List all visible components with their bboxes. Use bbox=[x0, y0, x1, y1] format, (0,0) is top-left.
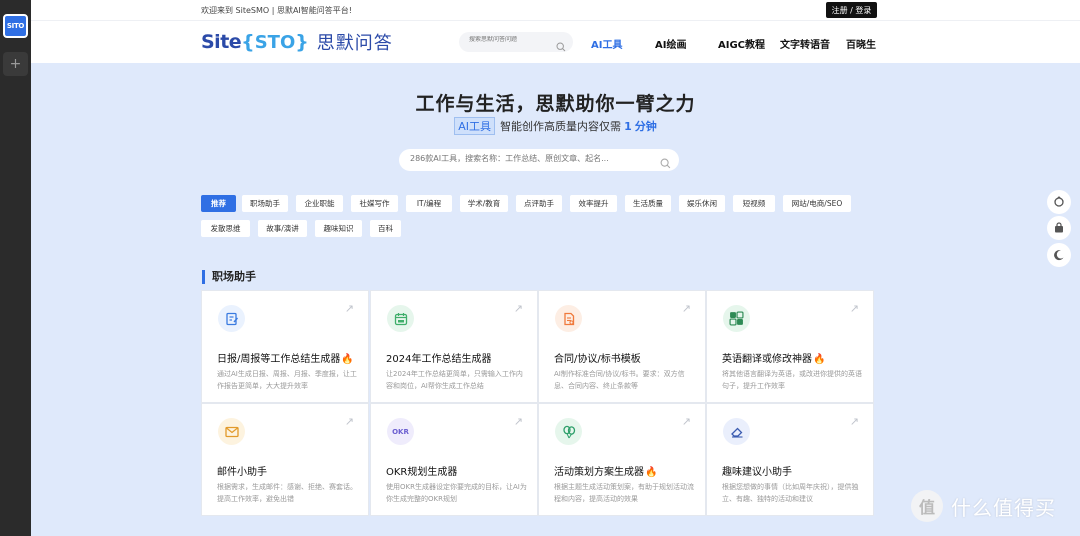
logo-cn-text: 思默问答 bbox=[316, 33, 393, 54]
card-title: 合同/协议/标书模板 bbox=[554, 354, 641, 365]
external-arrow-icon: ↗ bbox=[344, 415, 354, 428]
card-title: 邮件小助手 bbox=[217, 467, 267, 478]
card-desc: 根据您想做的事情（比如周年庆祝），提供独立、有趣、独特的活动和建议 bbox=[722, 483, 859, 503]
external-arrow-icon: ↗ bbox=[681, 415, 691, 428]
card-title: 英语翻译或修改神器🔥 bbox=[722, 354, 826, 365]
category-chip[interactable]: 故事/演讲 bbox=[258, 220, 307, 237]
category-chip[interactable]: 效率提升 bbox=[570, 195, 617, 212]
category-chip[interactable]: 点评助手 bbox=[516, 195, 562, 212]
main-area: 欢迎来到 SiteSMO | 思默AI智能问答平台! 注册 / 登录 Site … bbox=[31, 0, 1080, 536]
card-title: 日报/周报等工作总结生成器🔥 bbox=[217, 354, 354, 365]
category-chip[interactable]: 短视频 bbox=[733, 195, 775, 212]
watermark-logo-icon: 值 bbox=[911, 490, 943, 522]
category-chip[interactable]: 娱乐休闲 bbox=[679, 195, 725, 212]
eraser-icon bbox=[723, 418, 750, 445]
login-button[interactable]: 注册 / 登录 bbox=[826, 2, 877, 18]
hero-tag: AI工具 bbox=[454, 117, 496, 135]
search-icon[interactable] bbox=[660, 154, 671, 173]
hero-subtitle: AI工具 智能创作高质量内容仅需 1 分钟 bbox=[31, 117, 1080, 135]
card-desc: 将其他语言翻译为英语，或改进你提供的英语句子，提升工作效率 bbox=[722, 370, 862, 390]
nav-link-aigc[interactable]: AIGC教程 bbox=[718, 36, 765, 51]
category-chip[interactable]: 职场助手 bbox=[242, 195, 288, 212]
logo-sto-text: STO bbox=[254, 31, 296, 53]
tool-card[interactable]: ↗ 2024年工作总结生成器 让2024年工作总结更简单，只需输入工作内容和岗位… bbox=[370, 290, 538, 403]
category-chip[interactable]: 企业职能 bbox=[296, 195, 343, 212]
external-arrow-icon: ↗ bbox=[513, 302, 523, 315]
left-rail: SITO + bbox=[0, 0, 31, 536]
card-title: OKR规划生成器 bbox=[386, 467, 458, 478]
category-chip[interactable]: 趣味知识 bbox=[315, 220, 362, 237]
hero-sub-number: 1 bbox=[624, 120, 632, 133]
logo-brace-close: } bbox=[295, 31, 309, 53]
watermark: 值 什么值得买 bbox=[911, 490, 1056, 522]
nav-link-tts[interactable]: 文字转语音 bbox=[780, 36, 830, 51]
share-float-button[interactable] bbox=[1047, 190, 1071, 214]
external-arrow-icon: ↗ bbox=[344, 302, 354, 315]
card-desc: 让2024年工作总结更简单，只需输入工作内容和岗位，AI帮你生成工作总结 bbox=[386, 370, 523, 390]
search-icon[interactable] bbox=[556, 37, 566, 56]
category-chip[interactable]: IT/编程 bbox=[406, 195, 452, 212]
card-desc: 通过AI生成日报、周报、月报、季度报，让工作报告更简单，大大提升效率 bbox=[217, 370, 357, 390]
external-arrow-icon: ↗ bbox=[513, 415, 523, 428]
app-window: SITO + 欢迎来到 SiteSMO | 思默AI智能问答平台! 注册 / 登… bbox=[0, 0, 1080, 536]
tool-card[interactable]: ↗ 英语翻译或修改神器🔥 将其他语言翻译为英语，或改进你提供的英语句子，提升工作… bbox=[706, 290, 874, 403]
tool-card[interactable]: ↗ 合同/协议/标书模板 AI制作标准合同/协议/标书。要求：双方信息、合同内容… bbox=[538, 290, 706, 403]
external-arrow-icon: ↗ bbox=[849, 415, 859, 428]
hero-title: 工作与生活，思默助你一臂之力 bbox=[415, 93, 696, 115]
nav-link-ai-tools[interactable]: AI工具 bbox=[591, 36, 622, 51]
category-chip[interactable]: 网站/电商/SEO bbox=[783, 195, 851, 212]
mail-icon bbox=[218, 418, 245, 445]
section-title: 职场助手 bbox=[202, 270, 256, 284]
top-bar: 欢迎来到 SiteSMO | 思默AI智能问答平台! 注册 / 登录 bbox=[31, 0, 1080, 21]
contract-doc-icon bbox=[555, 305, 582, 332]
card-title: 2024年工作总结生成器 bbox=[386, 354, 492, 365]
nav-bar: Site { STO } 思默问答 AI工具 AI绘画 AIGC教程 文字转语音… bbox=[31, 21, 1080, 63]
welcome-text: 欢迎来到 SiteSMO | 思默AI智能问答平台! bbox=[201, 6, 352, 15]
card-title: 活动策划方案生成器🔥 bbox=[554, 467, 658, 478]
watermark-text: 什么值得买 bbox=[951, 495, 1056, 520]
card-desc: 根据需求，生成邮件：感谢、拒绝、赛套话。提高工作效率，避免出错 bbox=[217, 483, 357, 503]
nav-search-box bbox=[459, 32, 573, 52]
card-desc: 使用OKR生成器设定你要完成的目标，让AI为你生成完整的OKR规划 bbox=[386, 483, 527, 503]
translate-icon bbox=[723, 305, 750, 332]
fire-icon: 🔥 bbox=[341, 354, 354, 365]
nav-search-input[interactable] bbox=[469, 36, 554, 43]
hero-sub-text: 智能创作高质量内容仅需 bbox=[500, 120, 622, 133]
external-arrow-icon: ↗ bbox=[681, 302, 691, 315]
category-chip[interactable]: 生活质量 bbox=[625, 195, 671, 212]
card-desc: 根据主题生成活动策划案，有助于规划活动流程和内容，提高活动的效果 bbox=[554, 483, 694, 503]
card-desc: AI制作标准合同/协议/标书。要求：双方信息、合同内容、终止条款等 bbox=[554, 370, 685, 390]
edit-doc-icon bbox=[218, 305, 245, 332]
balloon-icon bbox=[555, 418, 582, 445]
category-chip[interactable]: 学术/教育 bbox=[460, 195, 508, 212]
add-tab-button[interactable]: + bbox=[3, 52, 28, 76]
nav-link-ai-draw[interactable]: AI绘画 bbox=[655, 36, 686, 51]
external-arrow-icon: ↗ bbox=[849, 302, 859, 315]
nav-link-baike[interactable]: 百晓生 bbox=[846, 36, 876, 51]
tool-search-input[interactable] bbox=[410, 154, 650, 163]
category-chip[interactable]: 发散思维 bbox=[201, 220, 250, 237]
calendar-icon bbox=[387, 305, 414, 332]
tool-card[interactable]: ↗ 日报/周报等工作总结生成器🔥 通过AI生成日报、周报、月报、季度报，让工作报… bbox=[201, 290, 369, 403]
logo-site-text: Site bbox=[201, 31, 242, 53]
card-title: 趣味建议小助手 bbox=[722, 467, 792, 478]
fire-icon: 🔥 bbox=[645, 467, 658, 478]
okr-icon: OKR bbox=[387, 418, 414, 445]
tool-card[interactable]: ↗ 邮件小助手 根据需求，生成邮件：感谢、拒绝、赛套话。提高工作效率，避免出错 bbox=[201, 403, 369, 516]
bag-float-button[interactable] bbox=[1047, 216, 1071, 240]
category-chip-recommend[interactable]: 推荐 bbox=[201, 195, 236, 212]
fire-icon: 🔥 bbox=[813, 354, 826, 365]
logo-brace-open: { bbox=[241, 31, 255, 53]
tool-search-box bbox=[399, 149, 679, 171]
site-logo[interactable]: Site { STO } 思默问答 bbox=[201, 28, 393, 56]
site-tab-button[interactable]: SITO bbox=[3, 14, 28, 38]
hero-sub-unit: 分钟 bbox=[634, 120, 657, 133]
tool-card[interactable]: ↗ 活动策划方案生成器🔥 根据主题生成活动策划案，有助于规划活动流程和内容，提高… bbox=[538, 403, 706, 516]
category-chip[interactable]: 社媒写作 bbox=[351, 195, 398, 212]
category-chip[interactable]: 百科 bbox=[370, 220, 401, 237]
tool-card[interactable]: ↗ OKR OKR规划生成器 使用OKR生成器设定你要完成的目标，让AI为你生成… bbox=[370, 403, 538, 516]
tool-card[interactable]: ↗ 趣味建议小助手 根据您想做的事情（比如周年庆祝），提供独立、有趣、独特的活动… bbox=[706, 403, 874, 516]
moon-float-button[interactable] bbox=[1047, 243, 1071, 267]
